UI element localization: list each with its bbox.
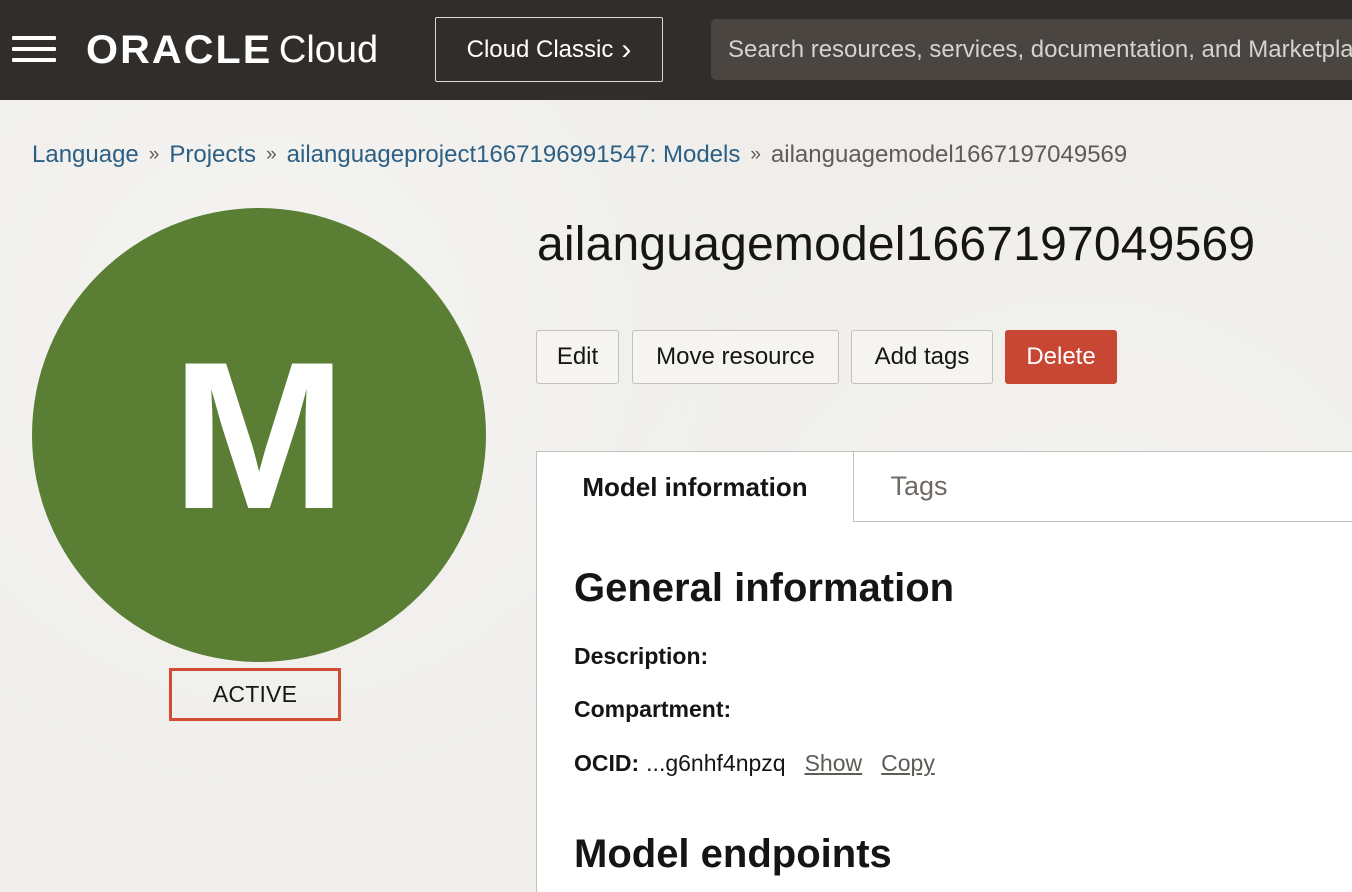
tab-model-information[interactable]: Model information bbox=[536, 451, 854, 522]
global-search-input[interactable] bbox=[711, 19, 1352, 80]
compartment-label: Compartment: bbox=[574, 696, 732, 722]
move-resource-button[interactable]: Move resource bbox=[632, 330, 839, 384]
breadcrumb: Language » Projects » ailanguageproject1… bbox=[32, 140, 1127, 170]
chevron-right-icon: › bbox=[621, 32, 632, 66]
breadcrumb-separator: » bbox=[148, 144, 160, 165]
avatar-letter: M bbox=[171, 318, 347, 553]
breadcrumb-current-model: ailanguagemodel1667197049569 bbox=[770, 141, 1128, 168]
ocid-show-link[interactable]: Show bbox=[805, 750, 863, 777]
tab-strip-divider bbox=[853, 521, 1352, 522]
model-endpoints-heading: Model endpoints bbox=[574, 832, 892, 876]
resource-avatar: M bbox=[32, 208, 486, 662]
add-tags-button[interactable]: Add tags bbox=[851, 330, 993, 384]
tab-tags[interactable]: Tags bbox=[855, 451, 983, 521]
description-label: Description: bbox=[574, 643, 709, 669]
ocid-copy-link[interactable]: Copy bbox=[881, 750, 935, 777]
oracle-wordmark: ORACLE bbox=[86, 28, 273, 72]
description-field: Description: bbox=[574, 643, 708, 670]
breadcrumb-projects-link[interactable]: Projects bbox=[169, 141, 256, 169]
delete-button[interactable]: Delete bbox=[1005, 330, 1117, 384]
ocid-field: OCID: ...g6nhf4npzq Show Copy bbox=[574, 750, 935, 777]
breadcrumb-project-models-link[interactable]: ailanguageproject1667196991547: Models bbox=[287, 141, 741, 169]
page-title: ailanguagemodel1667197049569 bbox=[537, 218, 1256, 271]
hamburger-menu-icon[interactable] bbox=[12, 36, 56, 62]
breadcrumb-language-link[interactable]: Language bbox=[32, 141, 139, 169]
ocid-value: ...g6nhf4npzq bbox=[646, 750, 786, 776]
oracle-cloud-logo[interactable]: ORACLE Cloud bbox=[86, 28, 378, 72]
edit-button[interactable]: Edit bbox=[536, 330, 619, 384]
status-badge: ACTIVE bbox=[169, 668, 341, 721]
ocid-label: OCID: bbox=[574, 750, 640, 776]
breadcrumb-separator: » bbox=[750, 144, 761, 165]
top-navigation-bar: ORACLE Cloud Cloud Classic › bbox=[0, 0, 1352, 100]
cloud-wordmark: Cloud bbox=[278, 29, 379, 71]
cloud-classic-label: Cloud Classic bbox=[466, 35, 614, 63]
general-information-heading: General information bbox=[574, 566, 955, 610]
compartment-field: Compartment: bbox=[574, 696, 731, 723]
breadcrumb-separator: » bbox=[266, 144, 277, 165]
active-tab-join bbox=[537, 520, 853, 524]
cloud-classic-button[interactable]: Cloud Classic › bbox=[435, 17, 663, 82]
